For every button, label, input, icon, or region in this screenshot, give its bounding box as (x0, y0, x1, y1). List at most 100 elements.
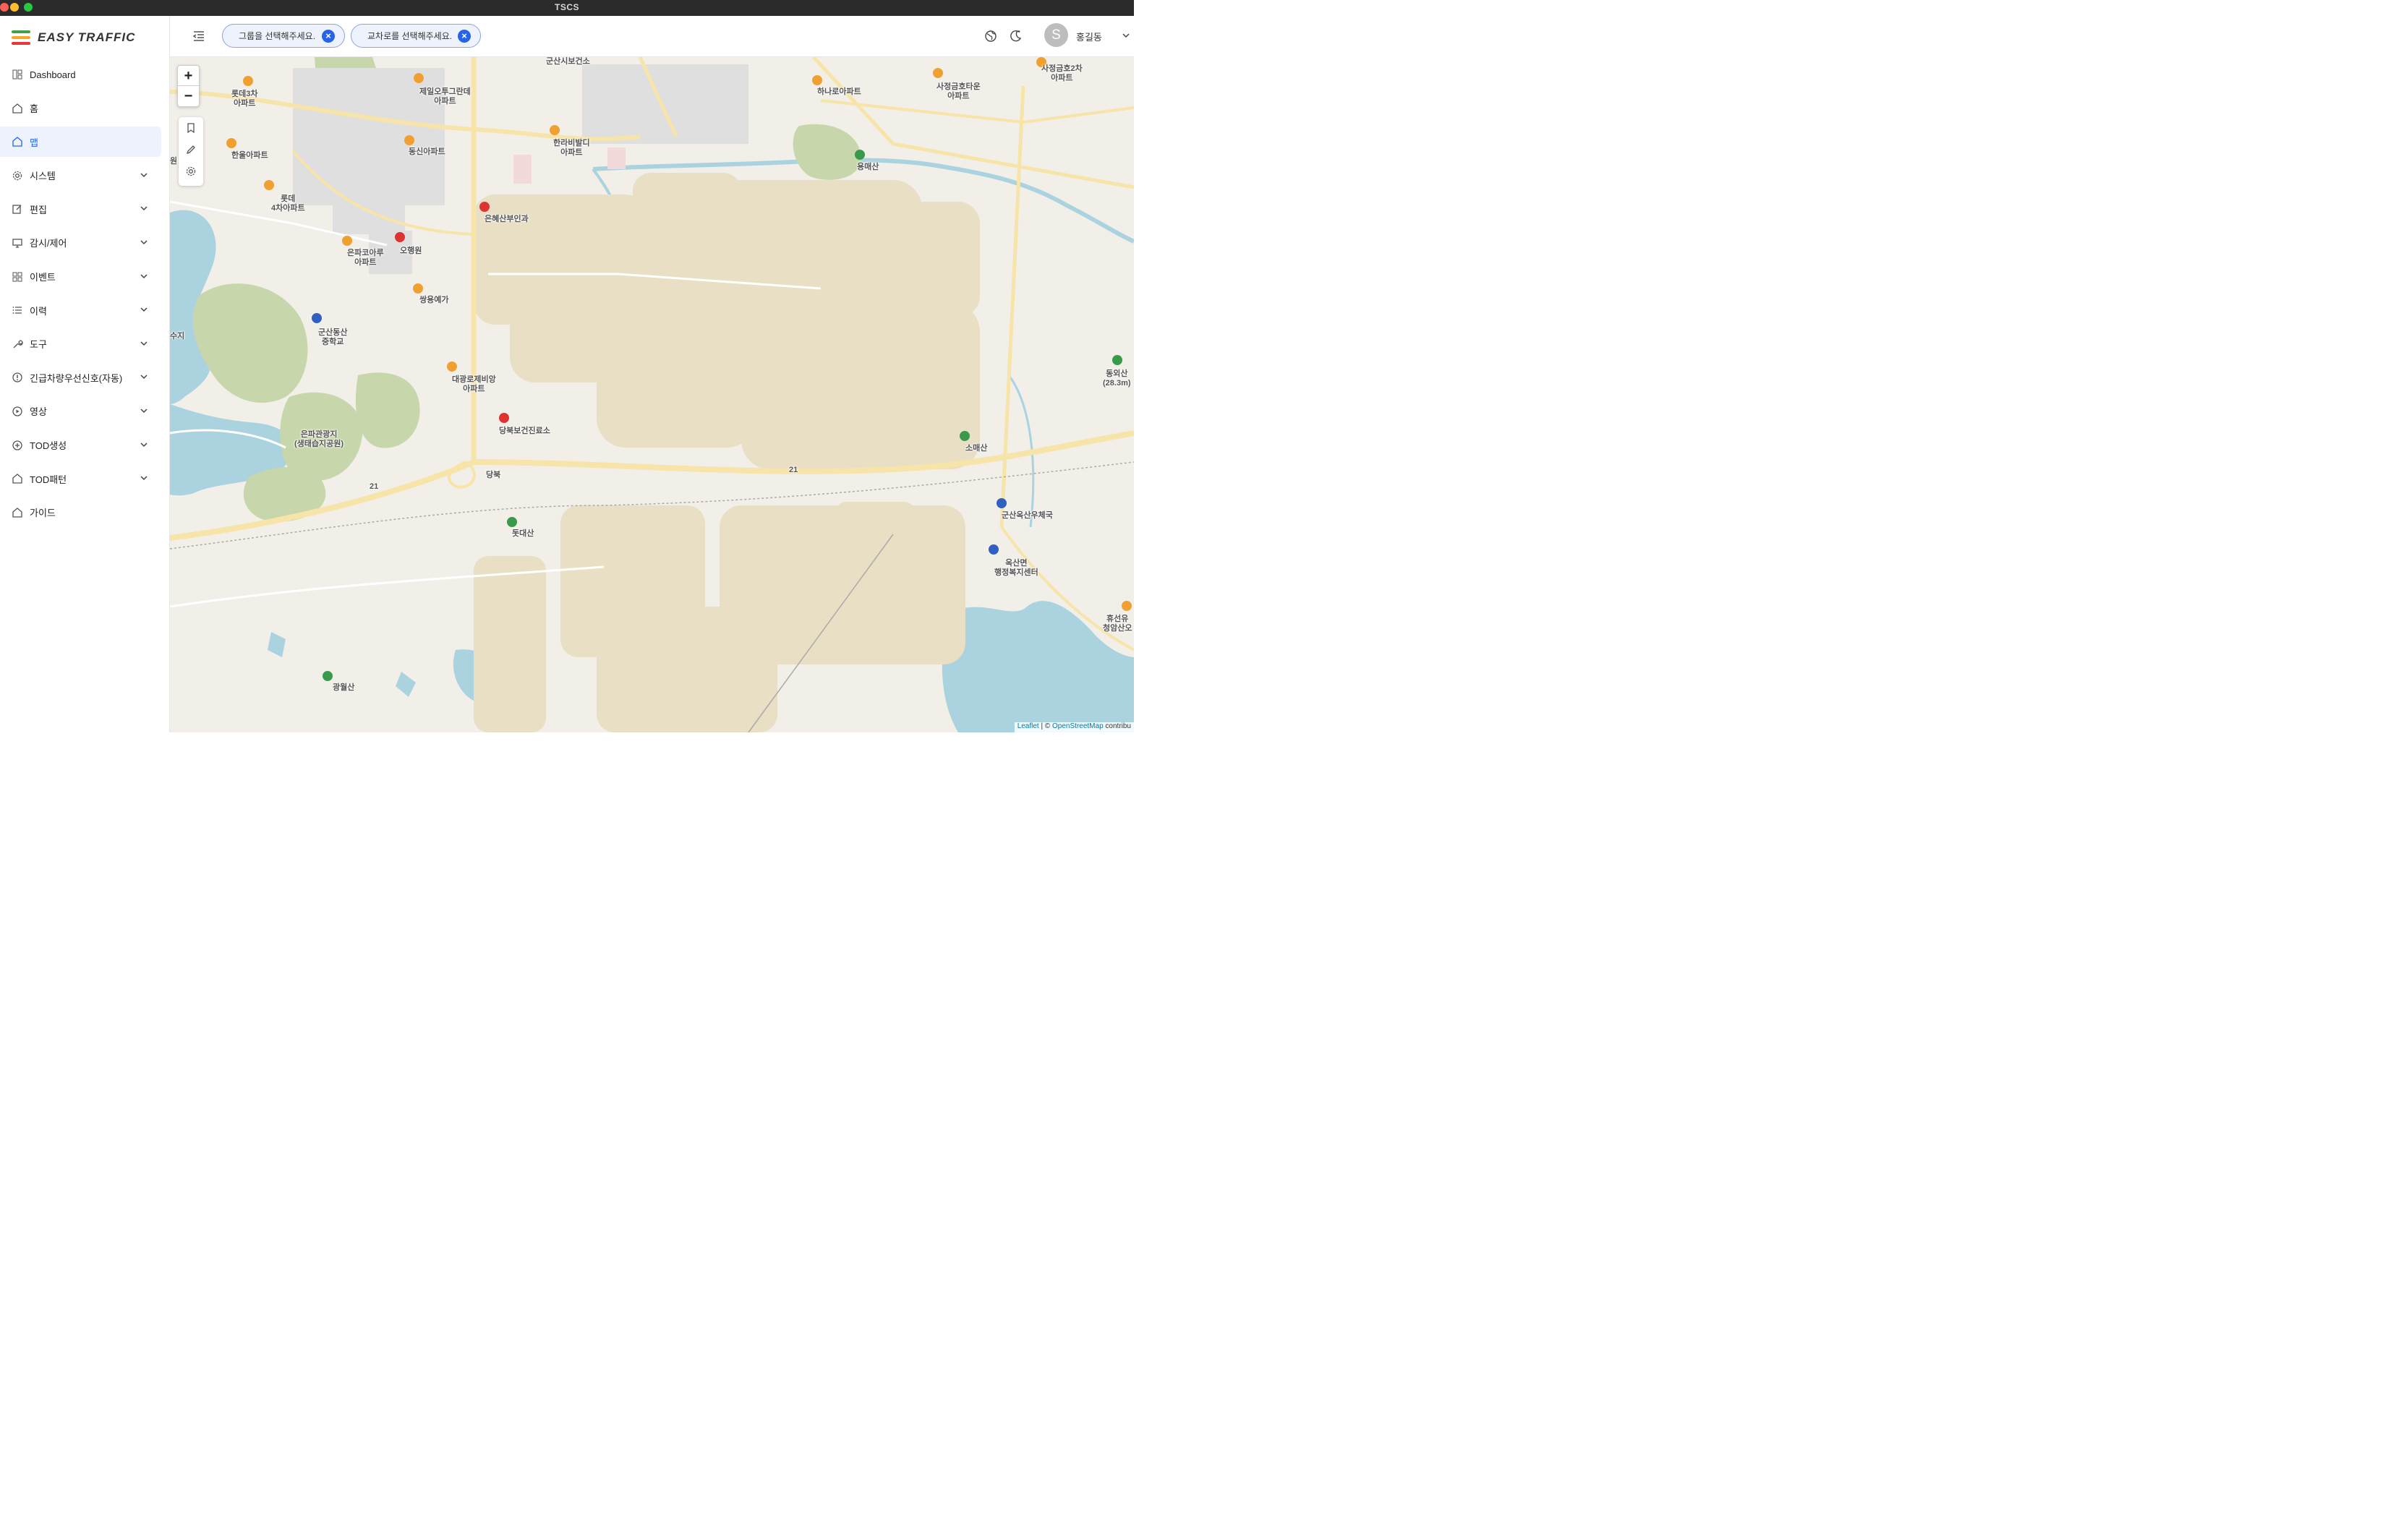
chevron-down-icon[interactable] (1122, 31, 1130, 40)
map-poi-marker-icon[interactable] (1122, 601, 1132, 611)
map-place-label: 은혜산부인과 (485, 215, 529, 223)
map-poi-marker-icon[interactable] (264, 180, 274, 190)
group-select-label: 그룹을 선택해주세요. (239, 31, 316, 41)
map-poi-marker-icon[interactable] (933, 68, 943, 78)
attribution-tail: contribu (1103, 722, 1131, 730)
sidebar: EASY TRAFFIC Dashboard 홈 맵시스템편집감시/제어이벤트이력도… (0, 16, 170, 732)
map-poi-marker-icon[interactable] (395, 232, 405, 242)
sidebar-item-label: 가이드 (30, 508, 56, 519)
sidebar-item-label: Dashboard (30, 69, 76, 80)
avatar[interactable]: S (1044, 23, 1068, 47)
sidebar-item-0[interactable]: Dashboard (0, 59, 161, 90)
brand-logo[interactable]: EASY TRAFFIC (12, 29, 135, 46)
map-poi-marker-icon[interactable] (812, 75, 822, 85)
alert-icon (12, 372, 23, 383)
osm-link[interactable]: OpenStreetMap (1052, 722, 1104, 730)
list-icon (12, 304, 23, 316)
zoom-in-button[interactable]: + (178, 66, 199, 86)
globe-icon[interactable] (984, 29, 998, 43)
sidebar-item-10[interactable]: 영상 (0, 396, 161, 427)
map-poi-marker-icon[interactable] (226, 138, 236, 148)
map-poi-marker-icon[interactable] (312, 313, 322, 323)
sidebar-item-label: 홈 (30, 103, 38, 115)
map-poi-marker-icon[interactable] (960, 431, 970, 441)
sidebar-item-9[interactable]: 긴급차량우선신호(자동) (0, 362, 161, 393)
map-poi-marker-icon[interactable] (342, 236, 352, 246)
chevron-down-icon[interactable] (140, 305, 148, 314)
chevron-down-icon[interactable] (140, 339, 148, 348)
map-poi-marker-icon[interactable] (413, 283, 423, 294)
gear-icon[interactable] (179, 161, 203, 182)
monitor-icon (12, 237, 23, 249)
map-poi-marker-icon[interactable] (1112, 355, 1122, 365)
user-name[interactable]: 홍길동 (1076, 30, 1102, 43)
chevron-down-icon[interactable] (140, 204, 148, 213)
map-poi-marker-icon[interactable] (550, 125, 560, 135)
sidebar-item-label: 영상 (30, 406, 47, 418)
sidebar-item-3[interactable]: 시스템 (0, 161, 161, 191)
map-poi-marker-icon[interactable] (447, 362, 457, 372)
edit-icon (12, 203, 23, 215)
sidebar-item-7[interactable]: 이력 (0, 295, 161, 325)
chevron-down-icon[interactable] (140, 474, 148, 482)
sidebar-item-label: 편집 (30, 204, 47, 215)
clear-intersection-button[interactable]: × (458, 30, 471, 43)
sidebar-item-4[interactable]: 편집 (0, 194, 161, 224)
map-poi-marker-icon[interactable] (414, 73, 424, 83)
sidebar-item-2[interactable]: 맵 (0, 127, 161, 158)
intersection-select-label: 교차로를 선택해주세요. (367, 31, 453, 41)
home-icon (12, 136, 23, 147)
sidebar-item-1[interactable]: 홈 (0, 93, 161, 124)
sidebar-item-label: 이벤트 (30, 272, 56, 283)
map-place-label: 원 (170, 157, 178, 166)
bookmark-icon[interactable] (179, 117, 203, 139)
sidebar-item-5[interactable]: 감시/제어 (0, 228, 161, 258)
sidebar-item-label: 긴급차량우선신호(자동) (30, 372, 123, 384)
map-place-label: 은파관광지 (생태습지공원) (294, 430, 344, 448)
map-place-label: 광월산 (333, 683, 355, 692)
clear-group-button[interactable]: × (322, 30, 335, 43)
sidebar-item-12[interactable]: TOD패턴 (0, 463, 161, 494)
map-poi-marker-icon[interactable] (997, 498, 1007, 508)
sidebar-item-13[interactable]: 가이드 (0, 497, 161, 528)
dark-mode-icon[interactable] (1008, 29, 1023, 43)
attribution-separator: | © (1038, 722, 1053, 730)
sidebar-item-6[interactable]: 이벤트 (0, 262, 161, 292)
chevron-down-icon[interactable] (140, 272, 148, 281)
sidebar-item-label: 시스템 (30, 171, 56, 182)
intersection-select-chip[interactable]: 교차로를 선택해주세요. × (351, 24, 481, 48)
sidebar-item-11[interactable]: TOD생성 (0, 430, 161, 461)
collapse-sidebar-icon[interactable] (192, 29, 206, 43)
chevron-down-icon[interactable] (140, 238, 148, 247)
zoom-out-button[interactable]: − (178, 86, 199, 106)
map-poi-marker-icon[interactable] (404, 135, 414, 145)
leaflet-link[interactable]: Leaflet (1017, 722, 1039, 730)
map-tool-panel (179, 117, 203, 186)
map-poi-marker-icon[interactable] (243, 76, 253, 86)
home-icon (12, 473, 23, 484)
map-poi-marker-icon[interactable] (507, 517, 517, 527)
sidebar-item-8[interactable]: 도구 (0, 329, 161, 359)
map-place-label: 하나로아파트 (817, 87, 861, 96)
map-place-label: 동신아파트 (409, 147, 445, 156)
sidebar-item-label: 이력 (30, 305, 47, 317)
map-poi-marker-icon[interactable] (323, 671, 333, 681)
map-place-label: 수지 (170, 332, 185, 341)
map-poi-marker-icon[interactable] (499, 413, 509, 423)
map-place-label: 롯데3차 아파트 (231, 90, 258, 108)
map-place-label: 21 (789, 466, 798, 474)
map-poi-marker-icon[interactable] (989, 544, 999, 555)
group-select-chip[interactable]: 그룹을 선택해주세요. × (222, 24, 345, 48)
chevron-down-icon[interactable] (140, 372, 148, 381)
chevron-down-icon[interactable] (140, 406, 148, 415)
chevron-down-icon[interactable] (140, 440, 148, 449)
map-poi-marker-icon[interactable] (855, 150, 865, 160)
map-poi-marker-icon[interactable] (479, 202, 490, 212)
grid-icon (12, 271, 23, 283)
map-place-label: 동외산 (28.3m) (1103, 369, 1131, 388)
pencil-icon[interactable] (179, 139, 203, 161)
map-view[interactable]: + − 군산시보건소 롯데3차 아파트 제일오투그란데 아파트 하나로아파트 사정금호타… (170, 57, 1134, 732)
map-place-label: 군산시보건소 (546, 57, 590, 66)
chevron-down-icon[interactable] (140, 171, 148, 179)
map-place-label: 소매산 (965, 444, 988, 453)
